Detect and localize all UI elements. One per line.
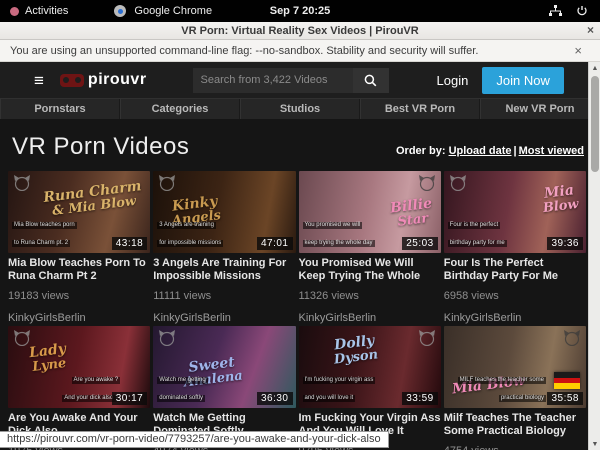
video-views: 11326 views: [299, 290, 441, 302]
recording-indicator-icon: [10, 7, 19, 16]
thumbnail-captions: I'm fucking your virgin assand you will …: [303, 368, 403, 404]
thumbnail-captions: Are you awake ?And your dick also ?: [21, 368, 121, 404]
video-thumbnail[interactable]: MiaBlow Four is the perfectbirthday part…: [444, 171, 586, 253]
video-thumbnail[interactable]: BillieStar You promised we willkeep tryi…: [299, 171, 441, 253]
german-flag-icon: [554, 372, 580, 389]
site-header: ≡ pirouvr Login Join Now: [0, 62, 600, 98]
duration-badge: 25:03: [402, 237, 438, 250]
power-icon[interactable]: [576, 5, 588, 17]
desktop-top-bar: Activities Google Chrome Sep 7 20:25: [0, 0, 600, 22]
video-grid: Runa Charm& Mia Blow Mia Blow teaches po…: [0, 161, 600, 450]
video-thumbnail[interactable]: Mia Blow MILF teaches the teacher somepr…: [444, 326, 586, 408]
video-title[interactable]: Milf Teaches The Teacher Some Practical …: [444, 412, 586, 438]
thumbnail-captions: Mia Blow teaches pornto Runa Charm pt. 2: [12, 213, 112, 249]
video-views: 6958 views: [444, 290, 586, 302]
studio-link[interactable]: KinkyGirlsBerlin: [8, 312, 150, 324]
chrome-icon: [114, 5, 126, 17]
nav-item-pornstars[interactable]: Pornstars: [0, 99, 120, 119]
app-menu-google-chrome[interactable]: Google Chrome: [134, 5, 212, 17]
sort-upload-date-link[interactable]: Upload date: [449, 145, 512, 157]
duration-badge: 30:17: [112, 392, 148, 405]
scroll-up-icon[interactable]: ▲: [589, 62, 600, 74]
status-bar-url: https://pirouvr.com/vr-porn-video/779325…: [0, 431, 389, 448]
video-views: 4754 views: [444, 445, 586, 450]
site-logo[interactable]: pirouvr: [60, 71, 147, 89]
search-input[interactable]: [193, 68, 353, 93]
video-views: 19183 views: [8, 290, 150, 302]
browser-title-bar: VR Porn: Virtual Reality Sex Videos | Pi…: [0, 22, 600, 40]
infobar-close-icon[interactable]: ×: [574, 43, 590, 58]
order-by: Order by: Upload date|Most viewed: [396, 145, 584, 161]
thumbnail-captions: You promised we willkeep trying the whol…: [303, 213, 403, 249]
studio-link[interactable]: KinkyGirlsBerlin: [299, 312, 441, 324]
video-views: 11111 views: [153, 290, 295, 302]
thumbnail-title-art: DollyDyson: [331, 333, 378, 367]
thumbnail-captions: 3 Angels are trainingfor impossible miss…: [157, 213, 257, 249]
duration-badge: 33:59: [402, 392, 438, 405]
video-thumbnail[interactable]: LadyLyne Are you awake ?And your dick al…: [8, 326, 150, 408]
clock[interactable]: Sep 7 20:25: [270, 5, 331, 17]
video-thumbnail[interactable]: KinkyAngels 3 Angels are trainingfor imp…: [153, 171, 295, 253]
cat-mask-logo-icon: [449, 175, 467, 191]
infobar-message: You are using an unsupported command-lin…: [10, 45, 574, 57]
video-thumbnail[interactable]: SweetAnalena Watch me gettingdominated s…: [153, 326, 295, 408]
main-nav: Pornstars Categories Studios Best VR Por…: [0, 98, 600, 119]
nav-item-best-vr-porn[interactable]: Best VR Porn: [360, 99, 480, 119]
page-title: VR Porn Videos: [12, 133, 189, 161]
nav-item-categories[interactable]: Categories: [120, 99, 240, 119]
video-title[interactable]: You Promised We Will Keep Trying The Who…: [299, 257, 441, 283]
cat-mask-logo-icon: [158, 330, 176, 346]
search-icon: [364, 74, 377, 87]
video-title[interactable]: Four Is The Perfect Birthday Party For M…: [444, 257, 586, 283]
duration-badge: 43:18: [112, 237, 148, 250]
cat-mask-logo-icon: [158, 175, 176, 191]
video-card[interactable]: BillieStar You promised we willkeep tryi…: [299, 171, 441, 324]
search-button[interactable]: [353, 68, 389, 93]
sort-most-viewed-link[interactable]: Most viewed: [519, 145, 584, 157]
video-card[interactable]: MiaBlow Four is the perfectbirthday part…: [444, 171, 586, 324]
nav-item-new-vr-porn[interactable]: New VR Porn: [480, 99, 600, 119]
login-link[interactable]: Login: [437, 73, 469, 88]
cat-mask-logo-icon: [13, 175, 31, 191]
duration-badge: 47:01: [257, 237, 293, 250]
window-close-icon[interactable]: ×: [587, 23, 594, 37]
cat-mask-logo-icon: [563, 330, 581, 346]
thumbnail-title-art: MiaBlow: [541, 183, 580, 215]
video-card[interactable]: Mia Blow MILF teaches the teacher somepr…: [444, 326, 586, 450]
duration-badge: 35:58: [547, 392, 583, 405]
join-now-button[interactable]: Join Now: [482, 67, 563, 94]
video-thumbnail[interactable]: Runa Charm& Mia Blow Mia Blow teaches po…: [8, 171, 150, 253]
window-title: VR Porn: Virtual Reality Sex Videos | Pi…: [181, 25, 418, 37]
video-thumbnail[interactable]: DollyDyson I'm fucking your virgin assan…: [299, 326, 441, 408]
video-card[interactable]: Runa Charm& Mia Blow Mia Blow teaches po…: [8, 171, 150, 324]
video-title[interactable]: Mia Blow Teaches Porn To Runa Charm Pt 2: [8, 257, 150, 283]
thumbnail-captions: Watch me gettingdominated softly: [157, 368, 257, 404]
scrollbar[interactable]: ▲ ▼: [588, 62, 600, 450]
scroll-down-icon[interactable]: ▼: [589, 438, 600, 450]
search-bar: [193, 68, 389, 93]
cat-mask-logo-icon: [13, 330, 31, 346]
duration-badge: 39:36: [547, 237, 583, 250]
studio-link[interactable]: KinkyGirlsBerlin: [444, 312, 586, 324]
studio-link[interactable]: KinkyGirlsBerlin: [153, 312, 295, 324]
sort-separator: |: [514, 145, 517, 157]
duration-badge: 36:30: [257, 392, 293, 405]
video-title[interactable]: 3 Angels Are Training For Impossible Mis…: [153, 257, 295, 283]
page-head: VR Porn Videos Order by: Upload date|Mos…: [0, 119, 600, 161]
cat-mask-logo-icon: [418, 175, 436, 191]
page-content: ≡ pirouvr Login Join Now Pornstars Categ…: [0, 62, 600, 450]
scrollbar-thumb[interactable]: [591, 76, 599, 172]
order-by-label: Order by:: [396, 145, 446, 157]
nav-item-studios[interactable]: Studios: [240, 99, 360, 119]
hamburger-menu-icon[interactable]: ≡: [34, 72, 44, 89]
network-icon[interactable]: [549, 5, 562, 17]
vr-goggles-icon: [60, 74, 84, 87]
thumbnail-captions: MILF teaches the teacher somepractical b…: [446, 368, 546, 404]
activities-button[interactable]: Activities: [25, 5, 68, 17]
video-card[interactable]: KinkyAngels 3 Angels are trainingfor imp…: [153, 171, 295, 324]
thumbnail-captions: Four is the perfectbirthday party for me: [448, 213, 548, 249]
logo-text: pirouvr: [88, 71, 147, 89]
chrome-infobar: You are using an unsupported command-lin…: [0, 40, 600, 62]
cat-mask-logo-icon: [418, 330, 436, 346]
